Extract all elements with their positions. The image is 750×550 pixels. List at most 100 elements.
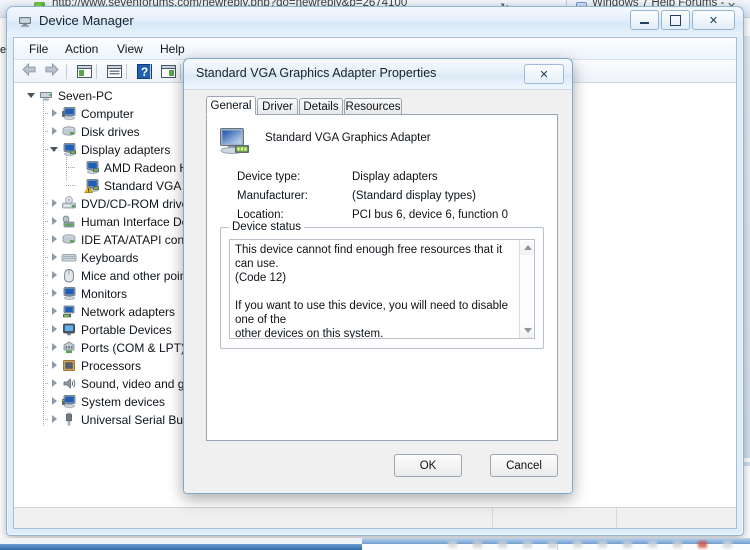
expand-arrow-icon-closed[interactable] (50, 235, 59, 244)
expand-arrow-icon-closed[interactable] (50, 271, 59, 280)
tree-connector (43, 257, 49, 258)
cancel-button[interactable]: Cancel (490, 454, 558, 477)
expand-arrow-icon-closed[interactable] (50, 109, 59, 118)
expand-arrow-icon-closed[interactable] (50, 379, 59, 388)
expand-arrow-icon-closed[interactable] (50, 361, 59, 370)
tree-item-label: Disk drives (81, 124, 140, 139)
monitor-icon (63, 287, 76, 300)
taskbar-icon (573, 541, 582, 548)
device-status-textbox[interactable]: This device cannot find enough free reso… (229, 239, 535, 339)
tab-details[interactable]: Details (299, 98, 343, 115)
tree-connector (43, 383, 49, 384)
device-name: Standard VGA Graphics Adapter (265, 132, 431, 144)
forward-button[interactable] (44, 62, 61, 80)
disk-drive-icon (62, 126, 76, 136)
tree-connector (43, 149, 49, 150)
device-type-value: Display adapters (352, 171, 438, 183)
ok-button[interactable]: OK (394, 454, 462, 477)
dialog-title: Standard VGA Graphics Adapter Properties (196, 66, 437, 80)
expand-arrow-icon-open[interactable] (50, 145, 59, 154)
toolbar-separator (96, 64, 97, 79)
tree-item-label: Monitors (81, 286, 128, 301)
minimize-icon (631, 11, 658, 29)
tab-driver[interactable]: Driver (257, 98, 298, 115)
expand-arrow-icon-open[interactable] (27, 91, 36, 100)
tree-connector (43, 293, 49, 294)
tab-resources[interactable]: Resources (344, 98, 402, 115)
tree-connector (43, 203, 49, 204)
scroll-down-arrow-icon[interactable] (520, 323, 534, 338)
tree-connector (43, 311, 49, 312)
window-title: Device Manager (39, 13, 134, 28)
maximize-button[interactable] (661, 10, 690, 30)
expand-arrow-icon-closed[interactable] (50, 289, 59, 298)
tree-connector (43, 419, 49, 420)
location-value: PCI bus 6, device 6, function 0 (352, 209, 508, 221)
toolbar-separator (126, 64, 127, 79)
status-bar (14, 507, 736, 528)
tree-item-label: Ports (COM & LPT) (81, 340, 186, 355)
tree-item-label: Portable Devices (81, 322, 172, 337)
tree-connector (43, 239, 49, 240)
expand-arrow-icon-closed[interactable] (50, 397, 59, 406)
expand-arrow-icon-closed[interactable] (50, 199, 59, 208)
portable-device-icon (63, 323, 75, 336)
manufacturer-label: Manufacturer: (237, 190, 308, 202)
display-adapter-warning-icon (84, 179, 99, 193)
expand-arrow-icon-closed[interactable] (50, 415, 59, 424)
tree-connector (43, 365, 49, 366)
back-button[interactable] (22, 62, 39, 80)
menu-view[interactable]: View (110, 41, 150, 57)
minimize-button[interactable] (630, 10, 659, 30)
tree-item-label: Mice and other pointin (81, 268, 200, 283)
tab-label: General (210, 99, 252, 112)
expand-arrow-icon-closed[interactable] (50, 217, 59, 226)
arrow-left-icon (22, 62, 36, 77)
expand-arrow-icon-closed[interactable] (50, 343, 59, 352)
tree-connector (43, 347, 49, 348)
properties-button[interactable] (106, 63, 123, 80)
ide-controller-icon (62, 234, 76, 244)
expand-arrow-icon-closed[interactable] (50, 127, 59, 136)
dialog-title-bar[interactable]: Standard VGA Graphics Adapter Properties… (184, 59, 572, 89)
hid-icon (62, 215, 75, 228)
tree-connector (43, 329, 49, 330)
close-button[interactable]: ✕ (692, 10, 735, 30)
network-adapter-icon (63, 305, 75, 318)
tree-item-label: Network adapters (81, 304, 176, 319)
taskbar-icon (648, 541, 657, 548)
expand-arrow-icon-closed[interactable] (50, 253, 59, 262)
display-adapter-large-icon (220, 128, 249, 154)
status-bar-message (14, 508, 492, 528)
status-bar-panel-2 (616, 508, 736, 528)
toolbar-separator (66, 64, 67, 79)
scroll-up-arrow-icon[interactable] (520, 240, 534, 255)
display-adapter-icon (86, 161, 99, 174)
expand-arrow-icon-closed[interactable] (50, 325, 59, 334)
show-hide-tree-button[interactable] (76, 63, 93, 80)
tree-item-label: Seven-PC (58, 88, 113, 103)
menu-action[interactable]: Action (58, 41, 105, 57)
device-manager-icon (19, 17, 31, 27)
system-device-icon (61, 395, 76, 408)
menu-file[interactable]: File (22, 41, 55, 57)
tab-general[interactable]: General (206, 96, 256, 115)
details-button[interactable] (160, 63, 177, 80)
tree-item-label: Computer (81, 106, 134, 121)
window-title-bar[interactable]: Device Manager ✕ (7, 7, 743, 37)
taskbar-icon (698, 541, 707, 548)
menu-help[interactable]: Help (153, 41, 192, 57)
device-status-text: This device cannot find enough free reso… (235, 244, 508, 339)
expand-arrow-icon-closed[interactable] (50, 307, 59, 316)
tree-connector (43, 113, 49, 114)
tree-connector (43, 131, 49, 132)
taskbar-icon (723, 541, 732, 548)
device-status-scrollbar[interactable] (519, 240, 534, 338)
dvd-drive-icon (62, 196, 76, 209)
mouse-icon (64, 269, 74, 283)
taskbar-icons (0, 538, 750, 550)
dialog-close-button[interactable]: ✕ (524, 64, 564, 84)
device-type-label: Device type: (237, 171, 301, 183)
close-icon: ✕ (539, 68, 549, 81)
tree-item-label: System devices (81, 394, 166, 409)
